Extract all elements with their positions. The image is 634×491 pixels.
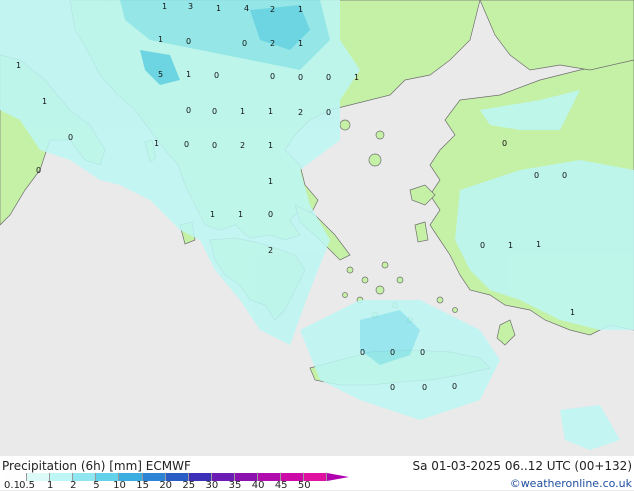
valid-time: Sa 01-03-2025 06..12 UTC (00+132) (412, 459, 632, 473)
point-value: 1 (240, 107, 245, 116)
land-lemnos (368, 153, 382, 167)
point-value: 1 (162, 2, 167, 11)
point-value: 1 (16, 61, 21, 70)
point-value: 1 (570, 308, 575, 317)
point-value: 0 (212, 141, 217, 150)
land-thasos (339, 119, 351, 131)
point-value: 0 (390, 383, 395, 392)
point-value: 1 (158, 35, 163, 44)
point-value: 0 (298, 73, 303, 82)
legend-tick-label: 30 (205, 480, 219, 491)
legend-tick-label: 2 (70, 480, 77, 491)
point-value: 2 (298, 108, 303, 117)
point-value: 1 (42, 97, 47, 106)
point-value: 0 (214, 71, 219, 80)
land-samothraki (375, 130, 385, 140)
point-value: 0 (480, 241, 485, 250)
point-value: 0 (242, 39, 247, 48)
point-value: 0 (270, 72, 275, 81)
legend-tick-label: 45 (274, 480, 288, 491)
point-value: 0 (268, 210, 273, 219)
legend-tick-label: 10 (113, 480, 126, 491)
precipitation-map: 1 3 1 4 2 1 1 2 1 0 0 1 5 1 0 0 0 0 1 1 … (0, 0, 634, 470)
point-value: 2 (270, 39, 275, 48)
point-value: 0 (68, 133, 73, 142)
point-value: 0 (422, 383, 427, 392)
point-value: 5 (158, 70, 163, 79)
point-value: 1 (216, 4, 221, 13)
point-value: 0 (184, 140, 189, 149)
point-value: 3 (188, 2, 193, 11)
legend-tick-label: 5 (93, 480, 100, 491)
legend-tick-label: 20 (159, 480, 173, 491)
point-value: 2 (240, 141, 245, 150)
legend-tick-label: 25 (182, 480, 196, 491)
point-value: 0 (326, 108, 331, 117)
legend-tick-label: 0.1 (4, 480, 20, 491)
point-value: 0 (186, 106, 191, 115)
point-value: 1 (268, 107, 273, 116)
credit-link[interactable]: ©weatheronline.co.uk (510, 477, 632, 490)
legend-tick-label: 15 (136, 480, 149, 491)
point-value: 1 (536, 240, 541, 249)
point-value: 1 (354, 73, 359, 82)
point-value: 1 (154, 139, 159, 148)
legend-tick-label: 40 (251, 480, 265, 491)
point-value: 1 (268, 141, 273, 150)
point-value: 0 (326, 73, 331, 82)
point-value: 0 (186, 37, 191, 46)
point-value: 1 (268, 177, 273, 186)
legend-tick-label: 0.5 (19, 480, 36, 491)
map-title: Precipitation (6h) [mm] ECMWF (2, 459, 191, 473)
point-value: 2 (270, 5, 275, 14)
point-value: 0 (562, 171, 567, 180)
point-value: 0 (420, 348, 425, 357)
point-value: 1 (298, 39, 303, 48)
point-value: 1 (186, 70, 191, 79)
point-value: 0 (534, 171, 539, 180)
point-value: 1 (238, 210, 243, 219)
legend-labels: 0.1 0.5 1 2 5 10 15 20 25 30 35 40 45 50 (0, 480, 340, 491)
point-value: 1 (508, 241, 513, 250)
legend-tick-label: 35 (228, 480, 242, 491)
legend-tick-label: 1 (47, 480, 54, 491)
point-value: 0 (502, 139, 507, 148)
point-value: 4 (244, 4, 249, 13)
point-value: 2 (268, 246, 273, 255)
point-value: 0 (390, 348, 395, 357)
point-value: 1 (298, 5, 303, 14)
point-value: 0 (452, 382, 457, 391)
point-value: 0 (212, 107, 217, 116)
point-value: 0 (36, 166, 41, 175)
point-value: 0 (360, 348, 365, 357)
legend-tick-label: 50 (297, 480, 311, 491)
point-value: 1 (210, 210, 215, 219)
